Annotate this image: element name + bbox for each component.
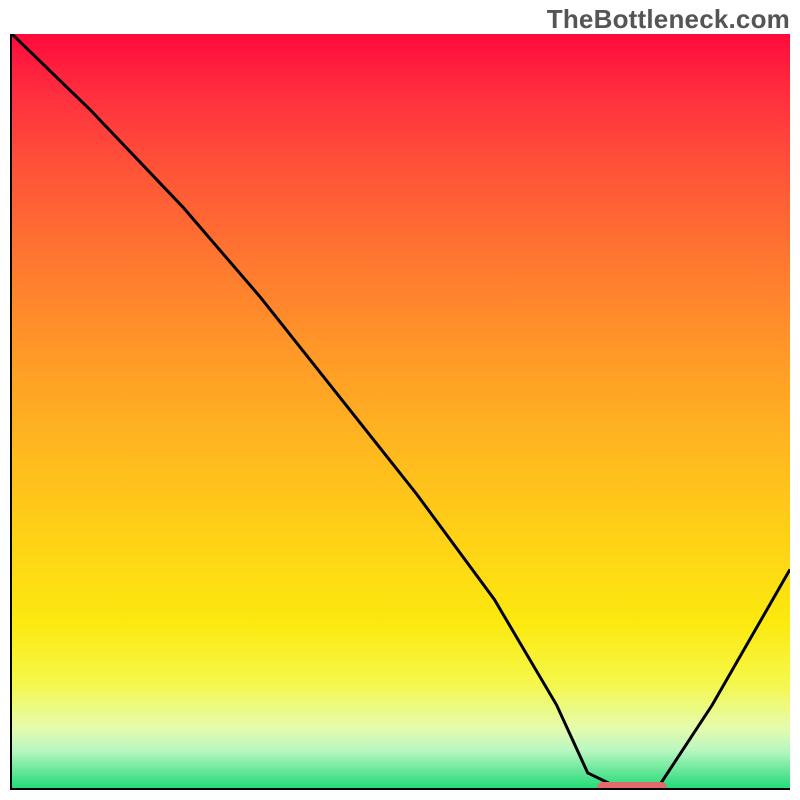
optimal-range-marker <box>597 782 667 790</box>
bottleneck-curve <box>12 34 790 788</box>
watermark-text: TheBottleneck.com <box>547 4 790 35</box>
plot-area <box>10 34 790 790</box>
curve-path <box>12 34 790 788</box>
chart-frame: TheBottleneck.com <box>0 0 800 800</box>
